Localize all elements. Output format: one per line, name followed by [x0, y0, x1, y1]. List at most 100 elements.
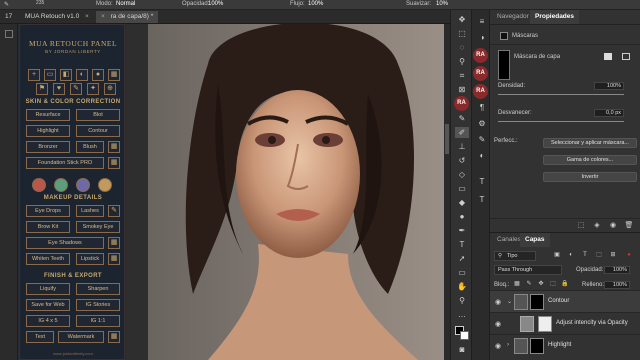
- close-icon[interactable]: ×: [85, 13, 89, 20]
- tab-document[interactable]: × ra de capa/8) *: [96, 11, 159, 23]
- path-select-icon[interactable]: ➚: [455, 253, 469, 264]
- adjustments-icon[interactable]: ◑: [475, 32, 489, 43]
- more-tools-icon[interactable]: …: [455, 309, 469, 320]
- select-mask-icon[interactable]: [604, 53, 612, 60]
- whiten-teeth-button[interactable]: Whiten Teeth: [26, 253, 70, 265]
- bronzer-button[interactable]: Bronzer: [26, 141, 70, 153]
- layer-name[interactable]: Adjust intencity via Opacity: [556, 320, 628, 326]
- grid-icon[interactable]: ▦: [108, 69, 120, 81]
- ig-stories-button[interactable]: IG Stories: [76, 299, 120, 311]
- shape-tool-icon[interactable]: ▭: [455, 267, 469, 278]
- layer-row[interactable]: ◉ › Highlight: [490, 334, 640, 356]
- blush-button[interactable]: Blush: [76, 141, 104, 153]
- opacity-value[interactable]: 100%: [208, 1, 223, 7]
- brush-icon[interactable]: ✎: [4, 1, 9, 8]
- eye-drops-button[interactable]: Eye Drops: [26, 205, 70, 217]
- save-for-web-button[interactable]: Save for Web: [26, 299, 70, 311]
- smokey-eye-button[interactable]: Smokey Eye: [76, 221, 120, 233]
- tab-properties[interactable]: Propiedades: [530, 10, 580, 24]
- settings-icon[interactable]: ⚙: [475, 118, 489, 129]
- eyedropper-tool-icon[interactable]: ✎: [455, 113, 469, 124]
- scroll-thumb[interactable]: [445, 124, 449, 154]
- layer-name[interactable]: Contour: [548, 298, 569, 304]
- lipstick-button[interactable]: Lipstick: [76, 253, 104, 265]
- blend-mode-select[interactable]: Pass Through: [494, 265, 562, 275]
- filter-type-icon[interactable]: T: [578, 250, 592, 261]
- visibility-eye-icon[interactable]: ◉: [495, 342, 501, 350]
- load-selection-icon[interactable]: ⬚: [574, 220, 588, 231]
- stamp-tool-icon[interactable]: ⊥: [455, 141, 469, 152]
- fill-value[interactable]: 100%: [604, 281, 630, 289]
- dodge-tool-icon[interactable]: ●: [455, 211, 469, 222]
- expand-arrow-icon[interactable]: ›: [507, 342, 509, 348]
- swatch-gold[interactable]: [98, 178, 112, 192]
- filter-adjust-icon[interactable]: ◐: [564, 250, 578, 261]
- liquify-button[interactable]: Liquify: [26, 283, 70, 295]
- close-icon[interactable]: ×: [101, 13, 105, 20]
- ra-icon-1[interactable]: RA: [473, 48, 488, 63]
- swatch-green[interactable]: [54, 178, 68, 192]
- brush-settings-icon[interactable]: ✎: [475, 134, 489, 145]
- layer-row[interactable]: ◉ Adjust intencity via Opacity: [490, 312, 640, 334]
- heart-icon[interactable]: ♥: [53, 83, 65, 95]
- blur-tool-icon[interactable]: ◆: [455, 197, 469, 208]
- grid-icon[interactable]: ▦: [108, 141, 120, 153]
- eye-shadows-button[interactable]: Eye Shadows: [26, 237, 104, 249]
- filter-toggle-icon[interactable]: ●: [622, 250, 636, 261]
- layer-mask-thumb[interactable]: [538, 316, 552, 332]
- density-slider[interactable]: [498, 94, 624, 95]
- stamp-icon[interactable]: ⊕: [104, 83, 116, 95]
- brush-size[interactable]: 235: [36, 0, 44, 6]
- lasso-tool-icon[interactable]: ◌: [455, 42, 469, 53]
- watermark-button[interactable]: Watermark: [58, 331, 104, 343]
- apply-mask-icon[interactable]: ◈: [590, 220, 604, 231]
- type-tool-icon[interactable]: T: [455, 239, 469, 250]
- tab-mua-retouch[interactable]: MUA Retouch v1.0 ×: [20, 11, 94, 23]
- tab-navigator[interactable]: Navegador: [492, 10, 534, 24]
- dodge-icon[interactable]: ◐: [76, 69, 88, 81]
- background-color[interactable]: [460, 331, 469, 340]
- character-icon[interactable]: T: [475, 194, 489, 205]
- visibility-eye-icon[interactable]: ◉: [495, 320, 501, 328]
- wand-icon[interactable]: ✦: [87, 83, 99, 95]
- foundation-stick-button[interactable]: Foundation Stick PRO: [26, 157, 104, 169]
- sharpen-button[interactable]: Sharpen: [76, 283, 120, 295]
- density-value[interactable]: 100%: [594, 82, 624, 90]
- brush-tool-icon[interactable]: ✐: [455, 127, 469, 138]
- crop-tool-icon[interactable]: ⌗: [455, 70, 469, 81]
- history-icon[interactable]: ≡: [475, 16, 489, 27]
- tab-layers[interactable]: Capas: [520, 233, 550, 247]
- eraser-tool-icon[interactable]: ◇: [455, 169, 469, 180]
- pen-tool-icon[interactable]: ✒: [455, 225, 469, 236]
- type-panel-icon[interactable]: T: [475, 176, 489, 187]
- quick-select-tool-icon[interactable]: ⚲: [455, 56, 469, 67]
- lashes-button[interactable]: Lashes: [76, 205, 104, 217]
- panel-scrollbar[interactable]: [126, 24, 148, 360]
- gradient-tool-icon[interactable]: ▭: [455, 183, 469, 194]
- vector-mask-icon[interactable]: [622, 53, 630, 60]
- brush-tool-icon[interactable]: ✎: [70, 83, 82, 95]
- color-range-button[interactable]: Gama de colores...: [543, 155, 637, 165]
- grid-icon[interactable]: ▦: [108, 157, 120, 169]
- history-brush-icon[interactable]: ↺: [455, 155, 469, 166]
- layer-mask-thumb[interactable]: [530, 338, 544, 354]
- layer-opacity-value[interactable]: 100%: [604, 266, 630, 274]
- hand-tool-icon[interactable]: ✋: [455, 281, 469, 292]
- plus-icon[interactable]: +: [28, 69, 40, 81]
- filter-kind-select[interactable]: ⚲ Tipo: [494, 251, 536, 261]
- smooth-value[interactable]: 10%: [436, 1, 448, 7]
- grid-icon[interactable]: ▦: [108, 253, 120, 265]
- burn-icon[interactable]: ●: [92, 69, 104, 81]
- frame-tool-icon[interactable]: ⊠: [455, 84, 469, 95]
- brow-kit-button[interactable]: Brow Kit: [26, 221, 70, 233]
- layer-row[interactable]: ◉ ⌄ Contour: [490, 290, 640, 312]
- layer-icon[interactable]: ▭: [44, 69, 56, 81]
- ra-icon-2[interactable]: RA: [473, 66, 488, 81]
- flag-icon[interactable]: ⚑: [36, 83, 48, 95]
- eyedropper-icon[interactable]: ✎: [108, 205, 120, 217]
- ig-4x5-button[interactable]: IG 4 x 5: [26, 315, 70, 327]
- document-canvas[interactable]: [148, 24, 444, 360]
- highlight-button[interactable]: Highlight: [26, 125, 70, 137]
- visibility-eye-icon[interactable]: ◉: [495, 298, 501, 306]
- ra-icon-3[interactable]: RA: [473, 84, 488, 99]
